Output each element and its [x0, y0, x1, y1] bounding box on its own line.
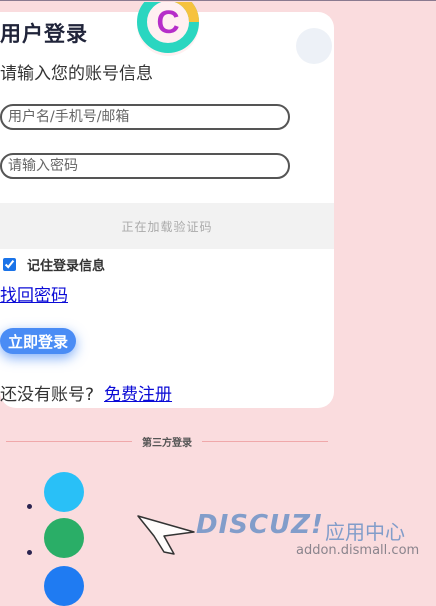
register-row: 还没有账号? 免费注册: [0, 380, 172, 405]
no-account-text: 还没有账号?: [0, 385, 95, 405]
remember-login[interactable]: 记住登录信息: [3, 255, 105, 274]
page-subtitle: 请输入您的账号信息: [0, 64, 153, 84]
watermark-brand: DISCUZ!: [196, 510, 324, 540]
page-title: 用户登录: [0, 22, 88, 46]
list-bullet: [27, 504, 32, 509]
watermark-arrow-icon: [137, 515, 195, 555]
forgot-password-link[interactable]: 找回密码: [0, 281, 68, 306]
watermark-url: addon.dismall.com: [296, 543, 420, 558]
social-login-icon-3[interactable]: [44, 566, 84, 606]
third-party-divider: 第三方登录: [6, 434, 328, 449]
login-button[interactable]: 立即登录: [0, 328, 77, 354]
register-link[interactable]: 免费注册: [104, 385, 172, 405]
watermark-suffix: 应用中心: [325, 520, 405, 544]
divider-line-right: [202, 440, 328, 442]
top-border: [0, 0, 436, 1]
captcha-area[interactable]: 正在加载验证码: [0, 203, 334, 249]
third-party-label: 第三方登录: [142, 437, 192, 449]
username-input[interactable]: [0, 104, 290, 130]
remember-checkbox[interactable]: [3, 258, 16, 271]
password-input[interactable]: [0, 153, 290, 179]
list-bullet: [27, 550, 32, 555]
divider-line-left: [6, 440, 132, 442]
login-card: 用户登录 C 请输入您的账号信息 正在加载验证码 记住登录信息 找回密码 立即登…: [0, 2, 334, 408]
captcha-status: 正在加载验证码: [121, 219, 213, 234]
social-login-icon-2[interactable]: [44, 518, 84, 558]
remember-label: 记住登录信息: [27, 259, 106, 274]
avatar: [296, 28, 332, 64]
brand-logo-icon: C: [132, 2, 204, 56]
svg-text:C: C: [156, 4, 179, 40]
social-login-icon-1[interactable]: [44, 472, 84, 512]
